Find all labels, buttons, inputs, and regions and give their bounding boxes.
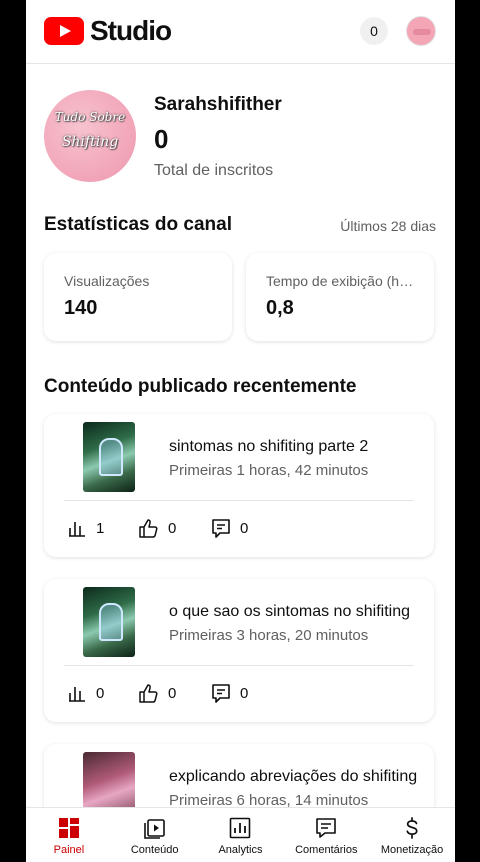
thumbs-up-icon: [139, 519, 158, 538]
likes-metric: 0: [138, 514, 176, 542]
bottom-navigation: Painel Conteúdo Analytics Comentários Mo…: [26, 807, 455, 862]
nav-comments[interactable]: Comentários: [283, 808, 369, 862]
comment-icon: [212, 519, 230, 538]
nav-monetization[interactable]: Monetização: [369, 808, 455, 862]
stat-value: 0,8: [266, 297, 294, 319]
comment-icon: [212, 684, 230, 703]
nav-label: Painel: [53, 844, 85, 856]
views-icon: [69, 687, 85, 702]
divider: [64, 500, 414, 501]
stat-label: Visualizações: [64, 273, 150, 289]
views-count: 0: [96, 684, 105, 702]
video-card[interactable]: sintomas no shifiting parte 2 Primeiras …: [44, 414, 434, 557]
subscriber-count: 0: [154, 124, 169, 154]
nav-analytics[interactable]: Analytics: [198, 808, 284, 862]
channel-avatar[interactable]: Tudo Sobre Shifting: [44, 90, 136, 182]
comments-count: 0: [240, 519, 249, 537]
nav-label: Analytics: [218, 844, 263, 856]
nav-dashboard[interactable]: Painel: [26, 808, 112, 862]
stat-card-views[interactable]: Visualizações 140: [44, 253, 232, 341]
nav-label: Conteúdo: [130, 844, 179, 856]
phone-screen: Studio 0 Tudo Sobre Shifting Sarahshifit…: [26, 0, 455, 862]
account-avatar[interactable]: [406, 16, 436, 46]
thumbs-up-icon: [139, 684, 158, 703]
video-title: o que sao os sintomas no shifiting: [169, 603, 411, 620]
youtube-play-icon: [44, 17, 84, 45]
notifications-button[interactable]: 0: [360, 17, 388, 45]
views-metric: 1: [68, 514, 104, 542]
video-title: explicando abreviações do shifiting: [169, 768, 418, 785]
stats-range[interactable]: Últimos 28 dias: [340, 218, 436, 234]
recent-content-title: Conteúdo publicado recentemente: [44, 376, 357, 397]
comments-icon: [316, 818, 337, 838]
video-subtitle: Primeiras 1 horas, 42 minutos: [169, 462, 369, 479]
stat-label: Tempo de exibição (horas): [266, 273, 418, 289]
likes-count: 0: [168, 684, 177, 702]
stat-card-watch-time[interactable]: Tempo de exibição (horas) 0,8: [246, 253, 434, 341]
channel-name: Sarahshifither: [154, 94, 282, 115]
nav-label: Comentários: [295, 844, 358, 856]
video-thumbnail[interactable]: [83, 422, 135, 492]
views-metric: 0: [68, 679, 104, 707]
divider: [64, 665, 414, 666]
subscriber-label: Total de inscritos: [154, 162, 274, 179]
content-icon: [143, 819, 165, 839]
comments-metric: 0: [210, 679, 248, 707]
video-title: sintomas no shifiting parte 2: [169, 438, 369, 455]
channel-avatar-text-1: Tudo Sobre: [54, 110, 126, 124]
comments-count: 0: [240, 684, 249, 702]
monetization-icon: [406, 817, 418, 839]
nav-content[interactable]: Conteúdo: [112, 808, 198, 862]
likes-metric: 0: [138, 679, 176, 707]
analytics-icon: [230, 817, 251, 839]
channel-stats-title: Estatísticas do canal: [44, 214, 232, 235]
studio-logo[interactable]: Studio: [44, 15, 172, 46]
video-subtitle: Primeiras 3 horas, 20 minutos: [169, 627, 369, 644]
video-thumbnail[interactable]: [83, 587, 135, 657]
dashboard-icon: [58, 818, 79, 838]
views-icon: [69, 522, 85, 537]
comments-metric: 0: [210, 514, 248, 542]
stat-value: 140: [64, 297, 98, 319]
app-header: Studio 0: [26, 0, 455, 64]
video-card[interactable]: o que sao os sintomas no shifiting Prime…: [44, 579, 434, 722]
channel-avatar-text-2: Shifting: [61, 134, 119, 150]
app-title: Studio: [90, 15, 172, 46]
nav-label: Monetização: [380, 844, 444, 856]
likes-count: 0: [168, 519, 177, 537]
views-count: 1: [96, 519, 105, 537]
